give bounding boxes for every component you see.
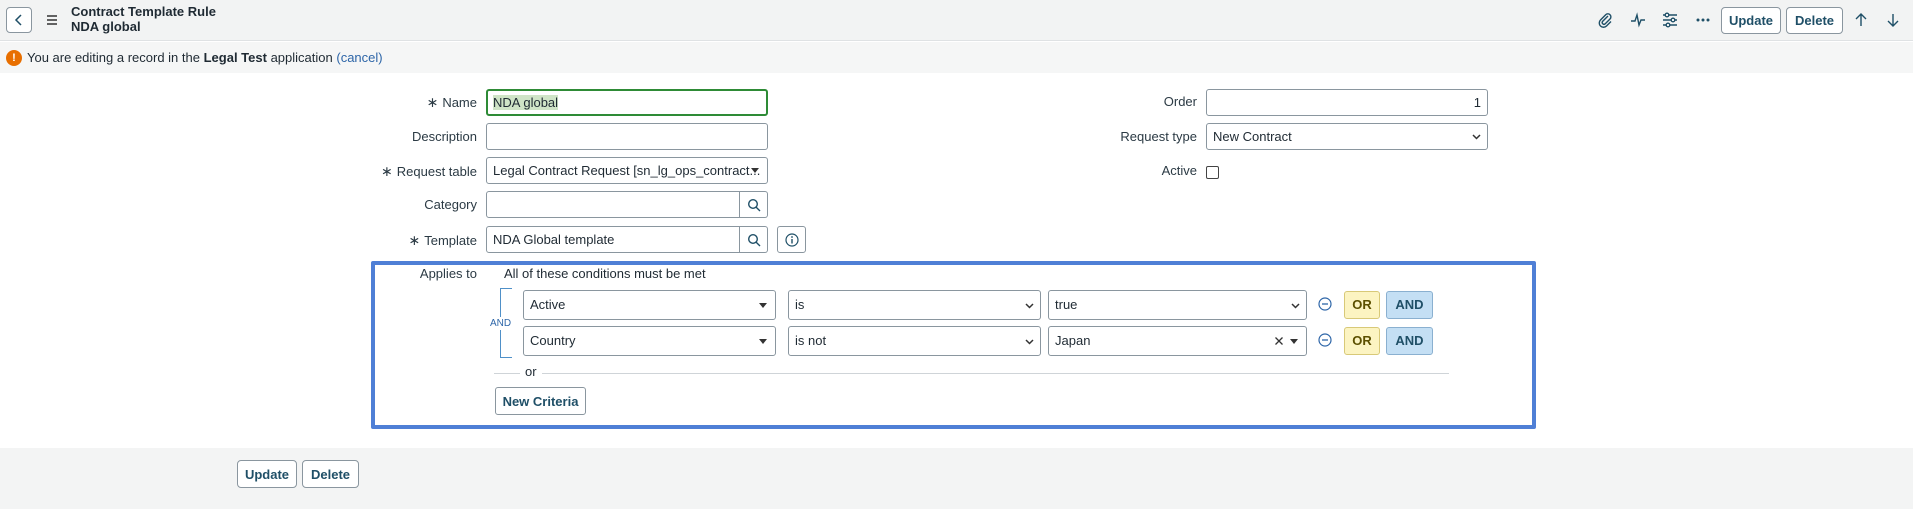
required-marker: ∗ (381, 163, 393, 179)
request-type-label: Request type (1120, 129, 1197, 144)
arrow-up-icon[interactable] (1852, 11, 1870, 29)
conditions-summary: All of these conditions must be met (504, 266, 706, 281)
info-message: You are editing a record in the Legal Te… (27, 50, 383, 65)
settings-sliders-icon[interactable] (1661, 11, 1679, 29)
description-field[interactable] (486, 123, 768, 150)
template-preview-button[interactable] (777, 226, 806, 253)
template-lookup-button[interactable] (740, 226, 768, 253)
more-options-icon[interactable] (1694, 11, 1712, 29)
condition-operator-value: is not (795, 333, 827, 348)
or-separator-line (494, 373, 1449, 374)
chevron-down-icon (1291, 303, 1300, 309)
warning-icon: ! (6, 50, 22, 66)
clear-icon[interactable] (1274, 336, 1284, 346)
and-button[interactable]: AND (1386, 291, 1433, 319)
info-message-prefix: You are editing a record in the (27, 50, 200, 65)
condition-field-value: Active (530, 297, 566, 312)
update-button[interactable]: Update (1721, 7, 1781, 34)
dropdown-caret-icon (751, 168, 759, 173)
info-message-suffix: application (270, 50, 333, 65)
dropdown-caret-icon (759, 339, 767, 344)
condition-operator-select[interactable]: is not (788, 326, 1041, 356)
and-button[interactable]: AND (1386, 327, 1433, 355)
and-bracket-top (500, 288, 512, 289)
condition-value: true (1055, 297, 1078, 312)
remove-condition-icon[interactable] (1318, 333, 1332, 347)
request-table-value: Legal Contract Request [sn_lg_ops_contra… (493, 163, 761, 178)
applies-to-label: Applies to (419, 266, 477, 281)
condition-field-select[interactable]: Active (523, 290, 776, 320)
name-field[interactable]: NDA global (486, 89, 768, 116)
form-header (0, 0, 1913, 41)
condition-value: Japan (1055, 333, 1091, 348)
request-type-value: New Contract (1213, 129, 1292, 144)
search-icon (747, 198, 760, 212)
category-label: Category (424, 197, 477, 212)
name-value: NDA global (493, 95, 559, 110)
condition-field-select[interactable]: Country (523, 326, 776, 356)
active-checkbox[interactable] (1206, 166, 1219, 179)
chevron-left-icon (14, 14, 22, 26)
condition-value-select[interactable]: true (1048, 290, 1307, 320)
condition-field-value: Country (530, 333, 576, 348)
remove-condition-icon[interactable] (1318, 297, 1332, 311)
request-table-label: ∗ Request table (381, 163, 477, 179)
active-label: Active (1161, 163, 1197, 178)
chevron-down-icon (1472, 134, 1481, 140)
dropdown-caret-icon (759, 303, 767, 308)
or-button[interactable]: OR (1344, 291, 1380, 319)
condition-value-select[interactable]: Japan (1048, 326, 1307, 356)
condition-operator-select[interactable]: is (788, 290, 1041, 320)
record-type-title: Contract Template Rule (71, 4, 216, 19)
delete-button[interactable]: Delete (1786, 7, 1843, 34)
category-lookup-button[interactable] (740, 191, 768, 218)
required-marker: ∗ (426, 94, 439, 110)
info-icon (784, 233, 799, 247)
record-name-title: NDA global (71, 19, 141, 34)
chevron-down-icon (1025, 339, 1034, 345)
paperclip-icon[interactable] (1596, 11, 1614, 29)
order-field[interactable]: 1 (1206, 89, 1488, 116)
and-bracket-bottom (500, 357, 512, 358)
request-type-select[interactable]: New Contract (1206, 123, 1488, 150)
order-label: Order (1163, 94, 1197, 109)
description-label: Description (411, 129, 477, 144)
page-title: Contract Template Rule NDA global (71, 4, 216, 34)
name-label: ∗ Name (426, 94, 477, 110)
footer-delete-button[interactable]: Delete (302, 460, 359, 488)
and-connector-label: AND (489, 317, 513, 330)
dropdown-caret-icon (1290, 339, 1298, 344)
hamburger-menu-icon[interactable] (46, 13, 58, 27)
new-criteria-button[interactable]: New Criteria (495, 387, 586, 415)
template-label: ∗ Template (408, 232, 477, 248)
or-button[interactable]: OR (1344, 327, 1380, 355)
request-table-select[interactable]: Legal Contract Request [sn_lg_ops_contra… (486, 157, 768, 184)
footer-update-button[interactable]: Update (237, 460, 297, 488)
or-separator-label: or (520, 364, 542, 379)
back-button[interactable] (6, 7, 32, 33)
application-name: Legal Test (203, 50, 267, 65)
category-field[interactable] (486, 191, 740, 218)
condition-operator-value: is (795, 297, 805, 312)
template-field[interactable]: NDA Global template (486, 226, 740, 253)
activity-icon[interactable] (1629, 11, 1647, 29)
chevron-down-icon (1025, 303, 1034, 309)
cancel-link[interactable]: (cancel) (336, 50, 382, 65)
search-icon (747, 233, 760, 247)
arrow-down-icon[interactable] (1884, 11, 1902, 29)
required-marker: ∗ (408, 232, 421, 248)
